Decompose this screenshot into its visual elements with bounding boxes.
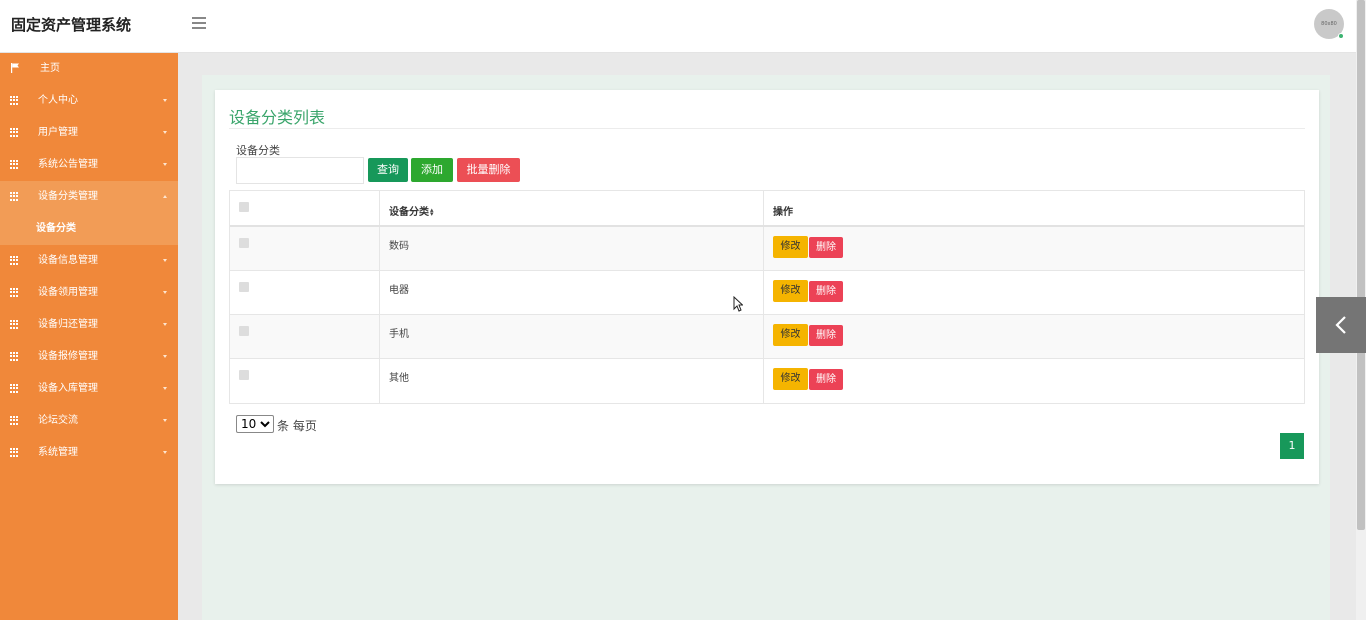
title-divider — [229, 128, 1305, 129]
header-cell-actions: 操作 — [764, 191, 1304, 225]
delete-button[interactable]: 删除 — [809, 281, 843, 302]
page-title: 设备分类列表 — [229, 108, 326, 127]
column-header-category[interactable]: 设备分类▴ ▾ — [389, 203, 434, 219]
sidebar-subitem-label: 设备分类 — [36, 223, 76, 234]
category-cell: 手机 — [389, 329, 409, 340]
caret-down-icon — [163, 323, 167, 326]
sidebar-item-label: 主页 — [40, 63, 60, 74]
batch-delete-button[interactable]: 批量删除 — [457, 158, 520, 182]
sort-icon[interactable]: ▴ ▾ — [430, 207, 434, 218]
sidebar-item-forum[interactable]: 论坛交流 — [0, 405, 178, 437]
table-row: 数码 修改 删除 — [230, 227, 1304, 271]
add-button[interactable]: 添加 — [411, 158, 453, 182]
grid-icon — [10, 352, 20, 361]
sidebar-item-label: 设备领用管理 — [38, 287, 98, 298]
scrollbar-thumb[interactable] — [1357, 0, 1365, 530]
grid-icon — [10, 160, 20, 169]
side-panel-toggle[interactable] — [1316, 297, 1366, 353]
grid-icon — [10, 192, 20, 201]
grid-icon — [10, 288, 20, 297]
edit-button[interactable]: 修改 — [773, 236, 808, 258]
delete-button[interactable]: 删除 — [809, 369, 843, 390]
online-status-dot — [1338, 33, 1344, 39]
top-bar: 固定资产管理系统 80x80 — [0, 0, 1356, 53]
page-size-select[interactable]: 10 — [236, 415, 274, 433]
table-row: 电器 修改 删除 — [230, 271, 1304, 315]
caret-up-icon — [163, 195, 167, 198]
edit-button[interactable]: 修改 — [773, 280, 808, 302]
grid-icon — [10, 96, 20, 105]
caret-down-icon — [163, 355, 167, 358]
grid-icon — [10, 256, 20, 265]
table-row: 手机 修改 删除 — [230, 315, 1304, 359]
header-cell-category[interactable]: 设备分类▴ ▾ — [380, 191, 764, 225]
caret-down-icon — [163, 259, 167, 262]
caret-down-icon — [163, 99, 167, 102]
app-title: 固定资产管理系统 — [11, 16, 132, 34]
grid-icon — [10, 448, 20, 457]
grid-icon — [10, 416, 20, 425]
grid-icon — [10, 128, 20, 137]
category-list-card: 设备分类列表 设备分类 查询 添加 批量删除 设备分类▴ ▾ 操作 数码 修改 删… — [215, 90, 1319, 484]
sidebar-item-label: 个人中心 — [38, 95, 78, 106]
caret-down-icon — [163, 451, 167, 454]
sidebar-item-label: 设备分类管理 — [38, 191, 98, 202]
table-row: 其他 修改 删除 — [230, 359, 1304, 403]
sidebar-item-label: 设备信息管理 — [38, 255, 98, 266]
category-table: 设备分类▴ ▾ 操作 数码 修改 删除 电器 修改 删除 手机 修改 删除 其他… — [229, 190, 1305, 404]
sidebar-item-announcement-management[interactable]: 系统公告管理 — [0, 149, 178, 181]
caret-down-icon — [163, 387, 167, 390]
delete-button[interactable]: 删除 — [809, 237, 843, 258]
sidebar-item-label: 设备入库管理 — [38, 383, 98, 394]
sidebar-item-user-management[interactable]: 用户管理 — [0, 117, 178, 149]
sidebar-item-device-return-management[interactable]: 设备归还管理 — [0, 309, 178, 341]
table-header-row: 设备分类▴ ▾ 操作 — [230, 191, 1304, 227]
caret-down-icon — [163, 419, 167, 422]
row-checkbox[interactable] — [239, 282, 249, 292]
row-checkbox[interactable] — [239, 238, 249, 248]
sidebar-item-label: 设备归还管理 — [38, 319, 98, 330]
sidebar-item-device-usage-management[interactable]: 设备领用管理 — [0, 277, 178, 309]
category-cell: 其他 — [389, 373, 409, 384]
sidebar-item-category-management[interactable]: 设备分类管理 — [0, 181, 178, 213]
caret-down-icon — [163, 163, 167, 166]
category-cell: 电器 — [389, 285, 409, 296]
sidebar-item-label: 论坛交流 — [38, 415, 78, 426]
sidebar-item-label: 系统管理 — [38, 447, 78, 458]
sidebar-item-device-repair-management[interactable]: 设备报修管理 — [0, 341, 178, 373]
sidebar-subitem-category[interactable]: 设备分类 — [0, 213, 178, 245]
mouse-cursor-icon — [733, 296, 743, 312]
chevron-left-icon — [1335, 316, 1346, 334]
page-button-current[interactable]: 1 — [1280, 433, 1304, 459]
query-button[interactable]: 查询 — [368, 158, 408, 182]
grid-icon — [10, 384, 20, 393]
sidebar: 主页 个人中心 用户管理 系统公告管理 设备分类管理 设备分类 设备信息管理 设… — [0, 53, 178, 620]
caret-down-icon — [163, 131, 167, 134]
caret-down-icon — [163, 291, 167, 294]
flag-icon — [11, 63, 19, 73]
column-header-actions: 操作 — [773, 207, 793, 218]
grid-icon — [10, 320, 20, 329]
sidebar-item-label: 用户管理 — [38, 127, 78, 138]
header-cell-select — [230, 191, 380, 225]
category-cell: 数码 — [389, 241, 409, 252]
delete-button[interactable]: 删除 — [809, 325, 843, 346]
column-header-label: 设备分类 — [389, 207, 429, 218]
sidebar-item-personal-center[interactable]: 个人中心 — [0, 85, 178, 117]
category-search-input[interactable] — [236, 157, 364, 184]
select-all-checkbox[interactable] — [239, 202, 249, 212]
filter-label: 设备分类 — [236, 144, 280, 157]
sidebar-item-home[interactable]: 主页 — [0, 53, 178, 85]
row-checkbox[interactable] — [239, 326, 249, 336]
sidebar-item-system-management[interactable]: 系统管理 — [0, 437, 178, 469]
per-page-label: 条 每页 — [277, 419, 317, 433]
row-checkbox[interactable] — [239, 370, 249, 380]
sidebar-item-device-info-management[interactable]: 设备信息管理 — [0, 245, 178, 277]
sidebar-item-device-stockin-management[interactable]: 设备入库管理 — [0, 373, 178, 405]
edit-button[interactable]: 修改 — [773, 324, 808, 346]
sidebar-item-label: 系统公告管理 — [38, 159, 98, 170]
edit-button[interactable]: 修改 — [773, 368, 808, 390]
menu-toggle-icon[interactable] — [192, 17, 206, 29]
sidebar-item-label: 设备报修管理 — [38, 351, 98, 362]
